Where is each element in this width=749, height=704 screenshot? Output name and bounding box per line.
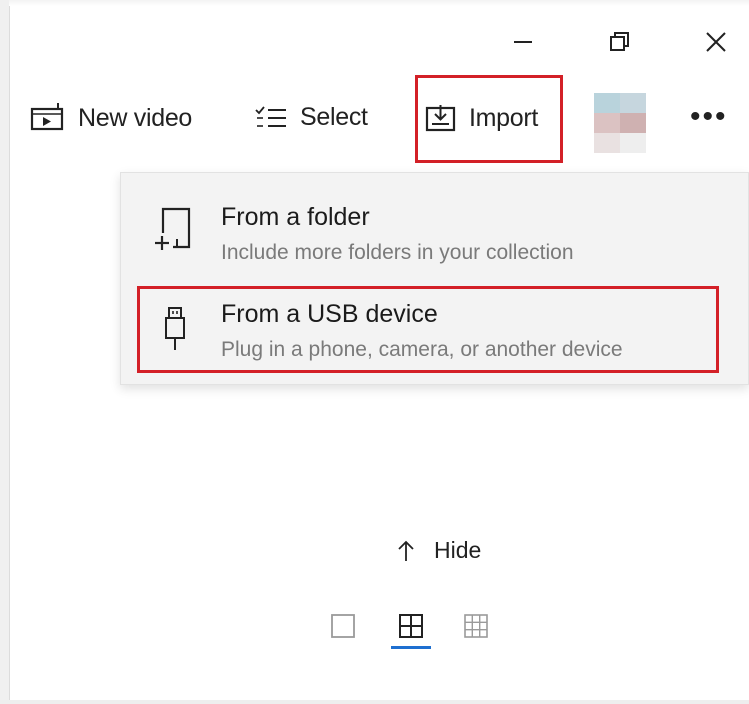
- new-video-label: New video: [78, 103, 193, 132]
- arrow-up-icon: [398, 540, 414, 561]
- import-menu: From a folder Include more folders in yo…: [120, 172, 749, 385]
- close-icon: [706, 32, 726, 52]
- window-left-edge: [0, 0, 10, 704]
- window-top-edge: [9, 0, 749, 6]
- select-label: Select: [300, 103, 368, 131]
- selected-view-indicator: [391, 646, 431, 649]
- restore-icon: [610, 32, 629, 51]
- menu-item-from-folder[interactable]: From a folder Include more folders in yo…: [121, 191, 749, 283]
- minimize-button[interactable]: [495, 18, 551, 66]
- usb-highlight-box: [137, 286, 719, 373]
- medium-grid-icon: [399, 614, 423, 638]
- hide-button[interactable]: Hide: [396, 537, 481, 564]
- new-video-icon: [30, 103, 64, 131]
- small-grid-icon: [464, 614, 488, 638]
- view-small-grid-button[interactable]: [461, 611, 491, 641]
- minimize-icon: [514, 41, 532, 43]
- menu-item-title: From a folder: [221, 203, 370, 231]
- restore-button[interactable]: [592, 18, 648, 66]
- import-highlight-box: [415, 75, 563, 163]
- hide-label: Hide: [434, 537, 482, 563]
- avatar[interactable]: [594, 93, 646, 153]
- view-medium-grid-button[interactable]: [396, 611, 426, 641]
- menu-item-subtitle: Include more folders in your collection: [221, 241, 574, 264]
- blurred-avatar-image: [594, 93, 646, 153]
- select-button[interactable]: Select: [254, 103, 368, 132]
- close-button[interactable]: [688, 18, 744, 66]
- add-folder-icon: [155, 207, 191, 250]
- single-view-icon: [331, 614, 355, 638]
- new-video-button[interactable]: New video: [30, 103, 192, 133]
- more-options-button[interactable]: •••: [690, 100, 728, 134]
- select-icon: [255, 105, 286, 127]
- window-bottom-edge: [0, 700, 749, 704]
- view-single-button[interactable]: [328, 611, 358, 641]
